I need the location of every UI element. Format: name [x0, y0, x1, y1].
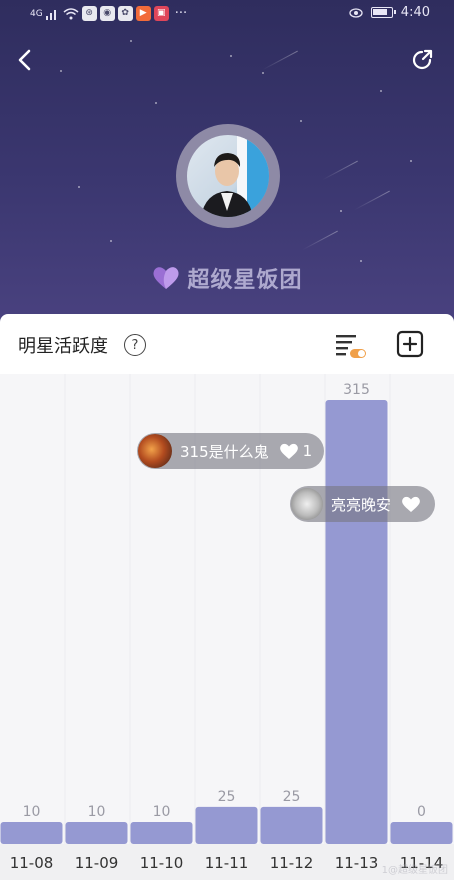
danmaku-bubble[interactable]: 315是什么鬼 1	[137, 433, 325, 469]
add-button[interactable]	[396, 330, 424, 358]
filter-button[interactable]	[334, 330, 368, 360]
bar-value-label: 315	[343, 382, 370, 398]
eye-comfort-icon	[349, 7, 363, 18]
activity-chart: 10 10 10 25 25 315 0 315是什么鬼 1 亮亮晚安	[0, 374, 454, 844]
bar-value-label: 10	[153, 804, 171, 820]
filter-toggle-icon	[336, 335, 366, 358]
share-button[interactable]	[406, 44, 438, 76]
chevron-left-icon	[18, 49, 31, 71]
brand: 超级星饭团	[0, 262, 454, 294]
x-tick-label: 11-11	[205, 854, 249, 872]
x-tick-label: 11-10	[140, 854, 184, 872]
bar-11-11[interactable]	[195, 806, 258, 844]
wifi-icon	[63, 7, 79, 19]
x-tick-label: 11-13	[335, 854, 379, 872]
status-time: 4:40	[400, 5, 430, 20]
heart-icon[interactable]	[279, 442, 299, 460]
danmaku-bubble[interactable]: 亮亮晚安	[290, 486, 436, 522]
watermark: 1@超级星饭团	[381, 865, 448, 876]
app-notification-icon: ◉	[99, 6, 115, 21]
battery-icon	[370, 7, 396, 18]
bar-11-08[interactable]	[0, 822, 63, 844]
status-bar: 4G ⊛ ◉ ✿ ▶ ▣ ··· 4:40	[0, 0, 454, 28]
app-notification-icon: ⊛	[81, 6, 97, 21]
like-count: 1	[302, 442, 313, 460]
card-header: 明星活跃度 ?	[0, 314, 454, 374]
star-avatar-frame	[176, 124, 280, 228]
bar-11-10[interactable]	[130, 822, 193, 844]
more-notifications: ···	[174, 6, 188, 21]
plus-square-icon	[396, 330, 424, 358]
danmaku-text: 亮亮晚安	[331, 495, 392, 514]
star-avatar[interactable]	[187, 135, 269, 217]
x-tick-label: 11-08	[10, 854, 54, 872]
bar-value-label: 10	[23, 804, 41, 820]
help-icon[interactable]: ?	[124, 334, 146, 356]
back-button[interactable]	[8, 44, 40, 76]
bar-value-label: 25	[218, 789, 236, 805]
bar-11-13[interactable]	[325, 400, 388, 844]
bar-value-label: 10	[88, 804, 106, 820]
bar-11-12[interactable]	[260, 806, 323, 844]
bar-value-label: 25	[283, 789, 301, 805]
danmaku-text: 315是什么鬼	[180, 442, 269, 461]
signal-bars-icon	[45, 9, 56, 20]
signal-text: 4G	[30, 8, 43, 19]
share-icon	[412, 49, 433, 70]
bar-value-label: 0	[417, 804, 426, 820]
heart-icon[interactable]	[401, 495, 421, 513]
person-photo-icon	[201, 135, 269, 217]
brand-name: 超级星饭团	[187, 268, 303, 293]
bar-11-09[interactable]	[65, 822, 128, 844]
app-notification-icon: ✿	[117, 6, 133, 21]
bar-11-14[interactable]	[390, 822, 453, 844]
x-tick-label: 11-09	[75, 854, 119, 872]
app-notification-icon: ▶	[135, 6, 151, 21]
app-notification-icon: ▣	[153, 6, 169, 21]
danmaku-avatar	[291, 488, 323, 520]
heart-logo-icon	[153, 267, 179, 289]
danmaku-avatar	[138, 434, 172, 468]
activity-card: 明星活跃度 ? 10 10 10 25 25 315 0 315是什么鬼 1 亮…	[0, 314, 454, 880]
card-title: 明星活跃度	[18, 336, 108, 357]
x-tick-label: 11-12	[270, 854, 314, 872]
